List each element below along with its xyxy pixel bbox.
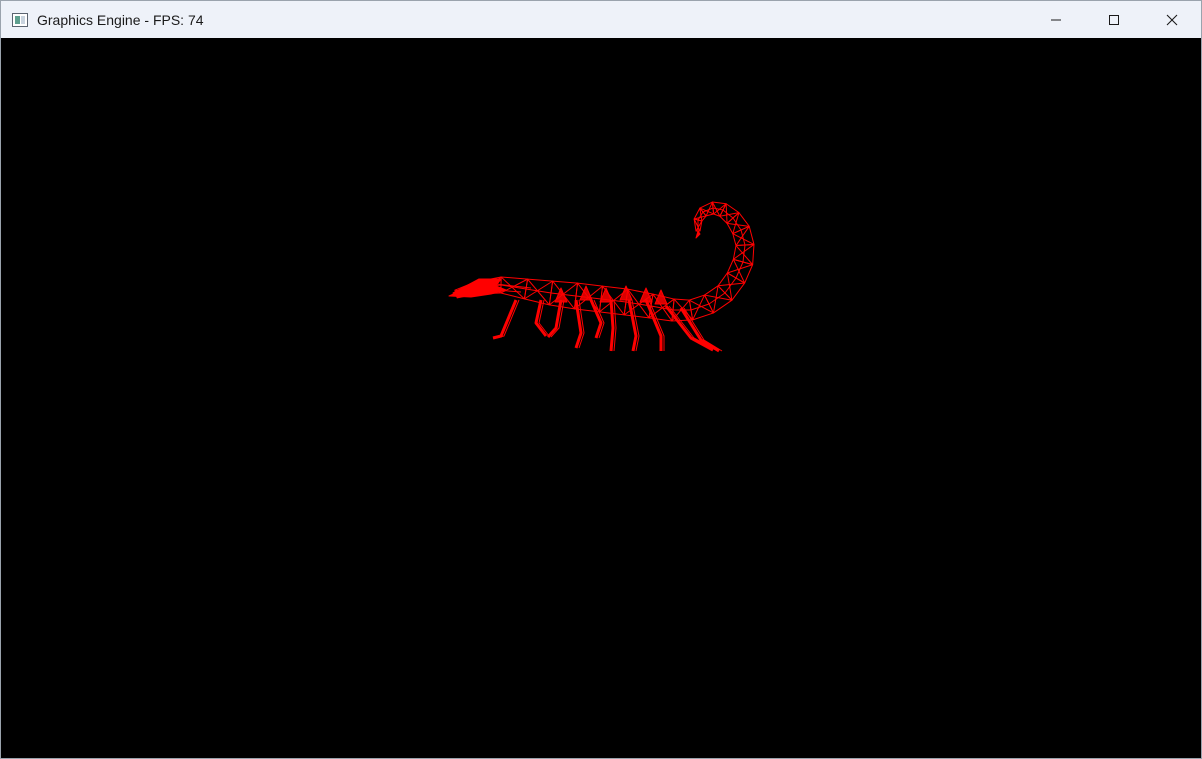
maximize-icon (1109, 14, 1119, 25)
close-icon (1166, 14, 1178, 25)
mesh-edge (727, 264, 753, 274)
mesh-edge (718, 282, 745, 287)
render-viewport[interactable] (1, 38, 1201, 758)
mesh-edge (712, 207, 724, 211)
app-window-icon[interactable] (12, 12, 28, 27)
minimize-button[interactable] (1027, 1, 1085, 38)
mesh-edge (524, 280, 553, 300)
leg (492, 299, 518, 340)
mesh-quad (726, 258, 754, 284)
minimize-icon (1051, 19, 1061, 20)
leg (609, 299, 615, 352)
title-bar[interactable]: Graphics Engine - FPS: 74 (1, 1, 1201, 38)
app-window: Graphics Engine - FPS: 74 (0, 0, 1202, 759)
mesh-quad (688, 294, 714, 321)
mesh-edge (725, 203, 728, 224)
scorpion-wireframe-model (448, 201, 755, 353)
maximize-button[interactable] (1085, 1, 1143, 38)
leg-joint (639, 287, 653, 303)
window-title: Graphics Engine - FPS: 74 (37, 11, 204, 28)
close-button[interactable] (1143, 1, 1201, 38)
sting (695, 230, 701, 239)
window-controls (1027, 1, 1201, 38)
